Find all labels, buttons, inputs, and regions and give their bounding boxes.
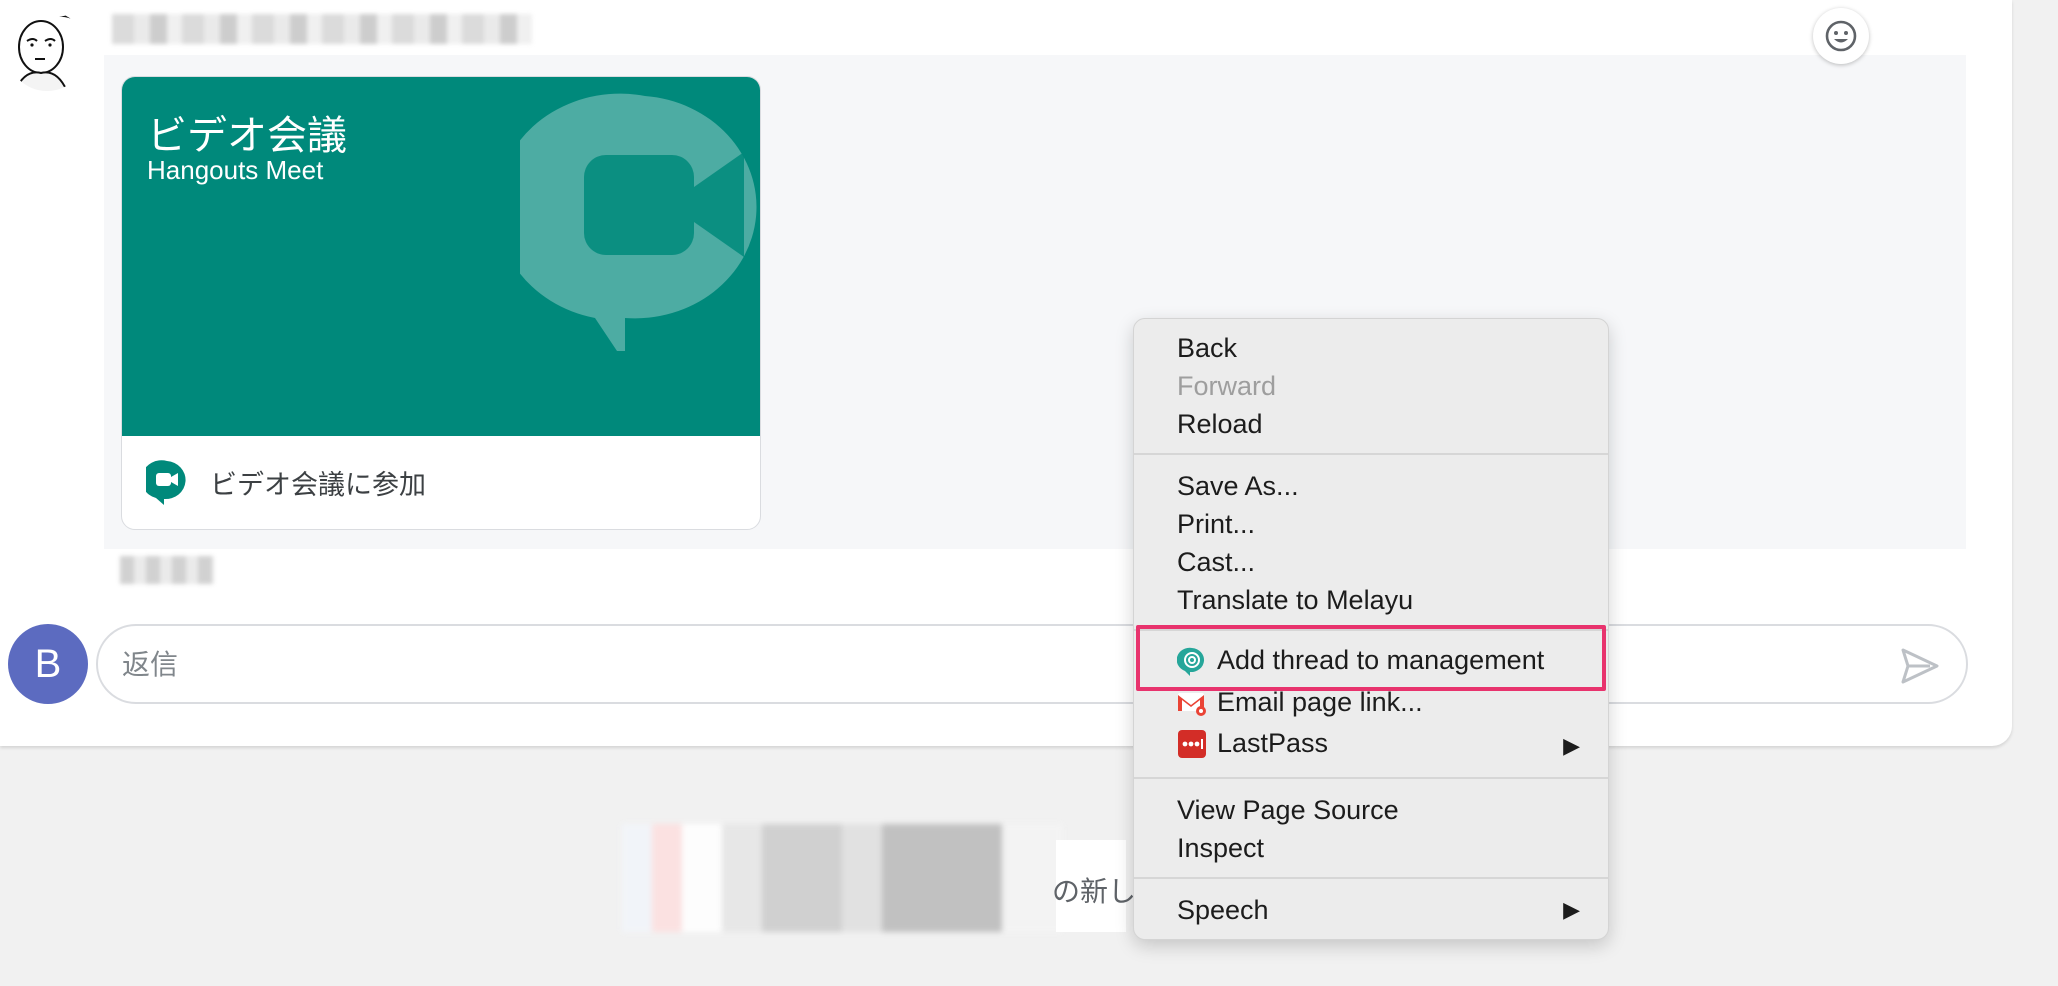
menu-item-back[interactable]: Back: [1177, 332, 1237, 364]
menu-item-lastpass-label: LastPass: [1217, 728, 1329, 758]
submenu-arrow-icon: ▶: [1563, 733, 1580, 758]
submenu-arrow-icon: ▶: [1563, 897, 1580, 922]
send-icon[interactable]: [1900, 646, 1940, 686]
menu-separator: [1134, 453, 1608, 455]
join-meeting-button[interactable]: ビデオ会議に参加: [122, 436, 760, 529]
menu-item-reload[interactable]: Reload: [1177, 408, 1263, 440]
notification-redacted: [622, 824, 1062, 932]
svg-text:OK: OK: [65, 34, 77, 43]
reply-box[interactable]: [96, 624, 1968, 704]
meet-card-subtitle: Hangouts Meet: [147, 155, 324, 185]
lastpass-icon: [1178, 729, 1206, 758]
chat-panel: OK ビデオ会議 Hangouts Meet ビデオ会議に参加 B 返信: [0, 0, 2012, 746]
current-user-avatar[interactable]: B: [8, 624, 88, 704]
smiley-icon: [1825, 20, 1857, 52]
menu-item-cast[interactable]: Cast...: [1177, 546, 1255, 578]
menu-item-print[interactable]: Print...: [1177, 508, 1255, 540]
gmail-icon: [1178, 692, 1206, 716]
highlight-box: [1136, 625, 1606, 691]
meet-card-title: ビデオ会議: [147, 114, 347, 158]
meet-icon: [146, 459, 186, 505]
join-meeting-label: ビデオ会議に参加: [210, 470, 426, 500]
sender-avatar[interactable]: OK: [7, 11, 87, 91]
menu-item-view-source[interactable]: View Page Source: [1177, 794, 1399, 826]
menu-item-speech[interactable]: Speech: [1177, 894, 1269, 926]
menu-item-forward: Forward: [1177, 371, 1277, 401]
menu-separator: [1134, 777, 1608, 779]
meet-card[interactable]: ビデオ会議 Hangouts Meet ビデオ会議に参加: [121, 76, 761, 530]
menu-item-email-link[interactable]: Email page link...: [1177, 687, 1423, 718]
menu-item-lastpass[interactable]: LastPass: [1177, 728, 1328, 759]
meet-watermark-icon: [520, 93, 757, 351]
menu-item-inspect[interactable]: Inspect: [1177, 832, 1264, 864]
menu-separator: [1134, 877, 1608, 879]
menu-item-translate[interactable]: Translate to Melayu: [1177, 584, 1413, 616]
meet-card-banner: ビデオ会議 Hangouts Meet: [122, 77, 760, 436]
menu-item-save-as[interactable]: Save As...: [1177, 470, 1299, 502]
sender-name-redacted: [112, 14, 532, 44]
add-reaction-button[interactable]: [1813, 8, 1869, 64]
notification-text: の新し: [1052, 876, 1137, 907]
menu-item-email-link-label: Email page link...: [1217, 687, 1423, 717]
timestamp-redacted: [120, 556, 214, 584]
